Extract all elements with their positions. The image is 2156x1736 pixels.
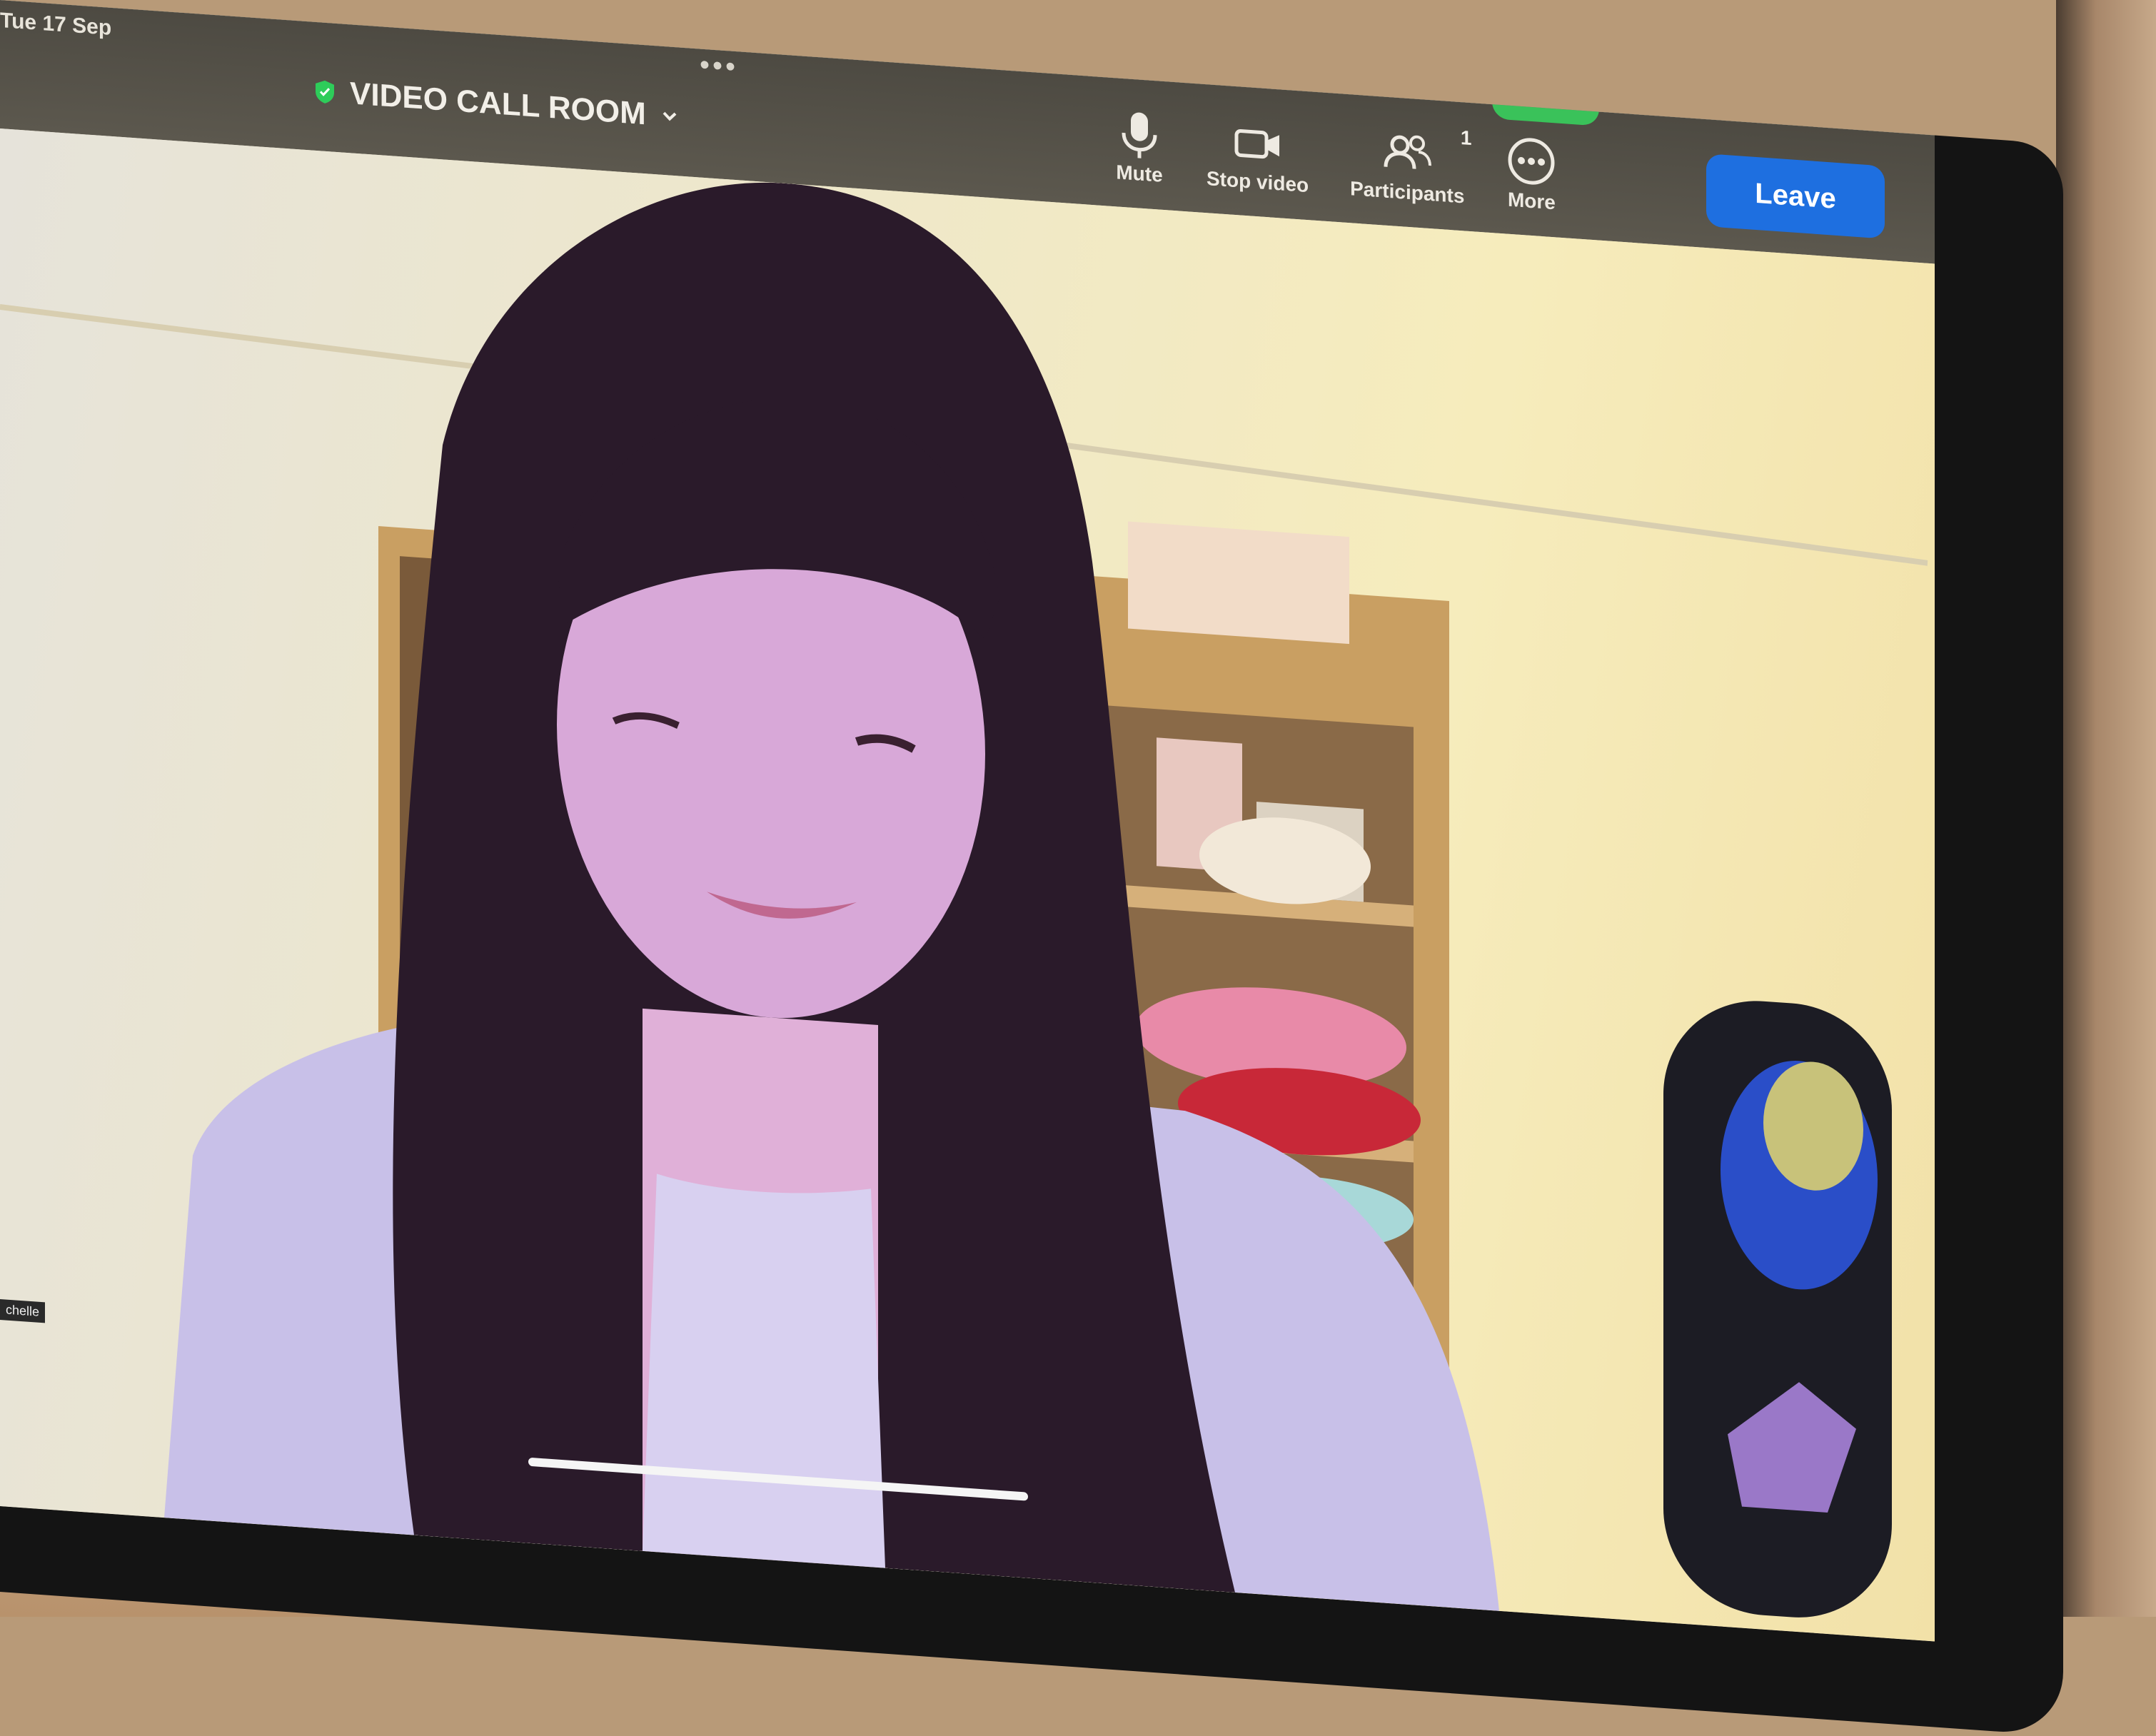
background-wall	[2056, 0, 2156, 1617]
speaker-device	[1663, 1001, 1892, 1618]
participants-count-badge: 1	[1460, 126, 1472, 150]
active-call-pill[interactable]	[1492, 83, 1599, 126]
meeting-title: VIDEO CALL ROOM	[350, 76, 646, 132]
microphone-icon	[1122, 112, 1157, 158]
more-icon	[1508, 138, 1555, 185]
shield-icon	[316, 80, 334, 104]
mute-label: Mute	[1116, 161, 1163, 186]
more-label: More	[1507, 188, 1556, 214]
participant-video: chelle	[0, 128, 1935, 1642]
more-button[interactable]: More	[1506, 134, 1557, 215]
status-date: Tue 17 Sep	[0, 9, 112, 40]
participants-label: Participants	[1350, 177, 1465, 208]
multitasking-dots[interactable]: •••	[700, 49, 738, 84]
participants-icon	[1384, 135, 1432, 169]
video-feed-scene	[0, 182, 1928, 1618]
participants-button[interactable]: 1 Participants	[1350, 123, 1471, 208]
meeting-toolbar: Mute Stop video 1 Participants More	[1114, 106, 1557, 214]
meeting-title-dropdown[interactable]: VIDEO CALL ROOM	[314, 74, 679, 135]
participant-name-label: chelle	[0, 1299, 46, 1323]
mute-button[interactable]: Mute	[1114, 106, 1165, 187]
leave-button[interactable]: Leave	[1706, 153, 1885, 239]
video-camera-icon	[1234, 128, 1279, 159]
stop-video-label: Stop video	[1207, 167, 1309, 197]
chevron-down-icon	[663, 111, 677, 121]
stop-video-button[interactable]: Stop video	[1207, 113, 1309, 197]
tablet-screen: Tue 17 Sep ••• VIDEO CALL ROOM Mute Stop…	[0, 0, 1935, 1642]
